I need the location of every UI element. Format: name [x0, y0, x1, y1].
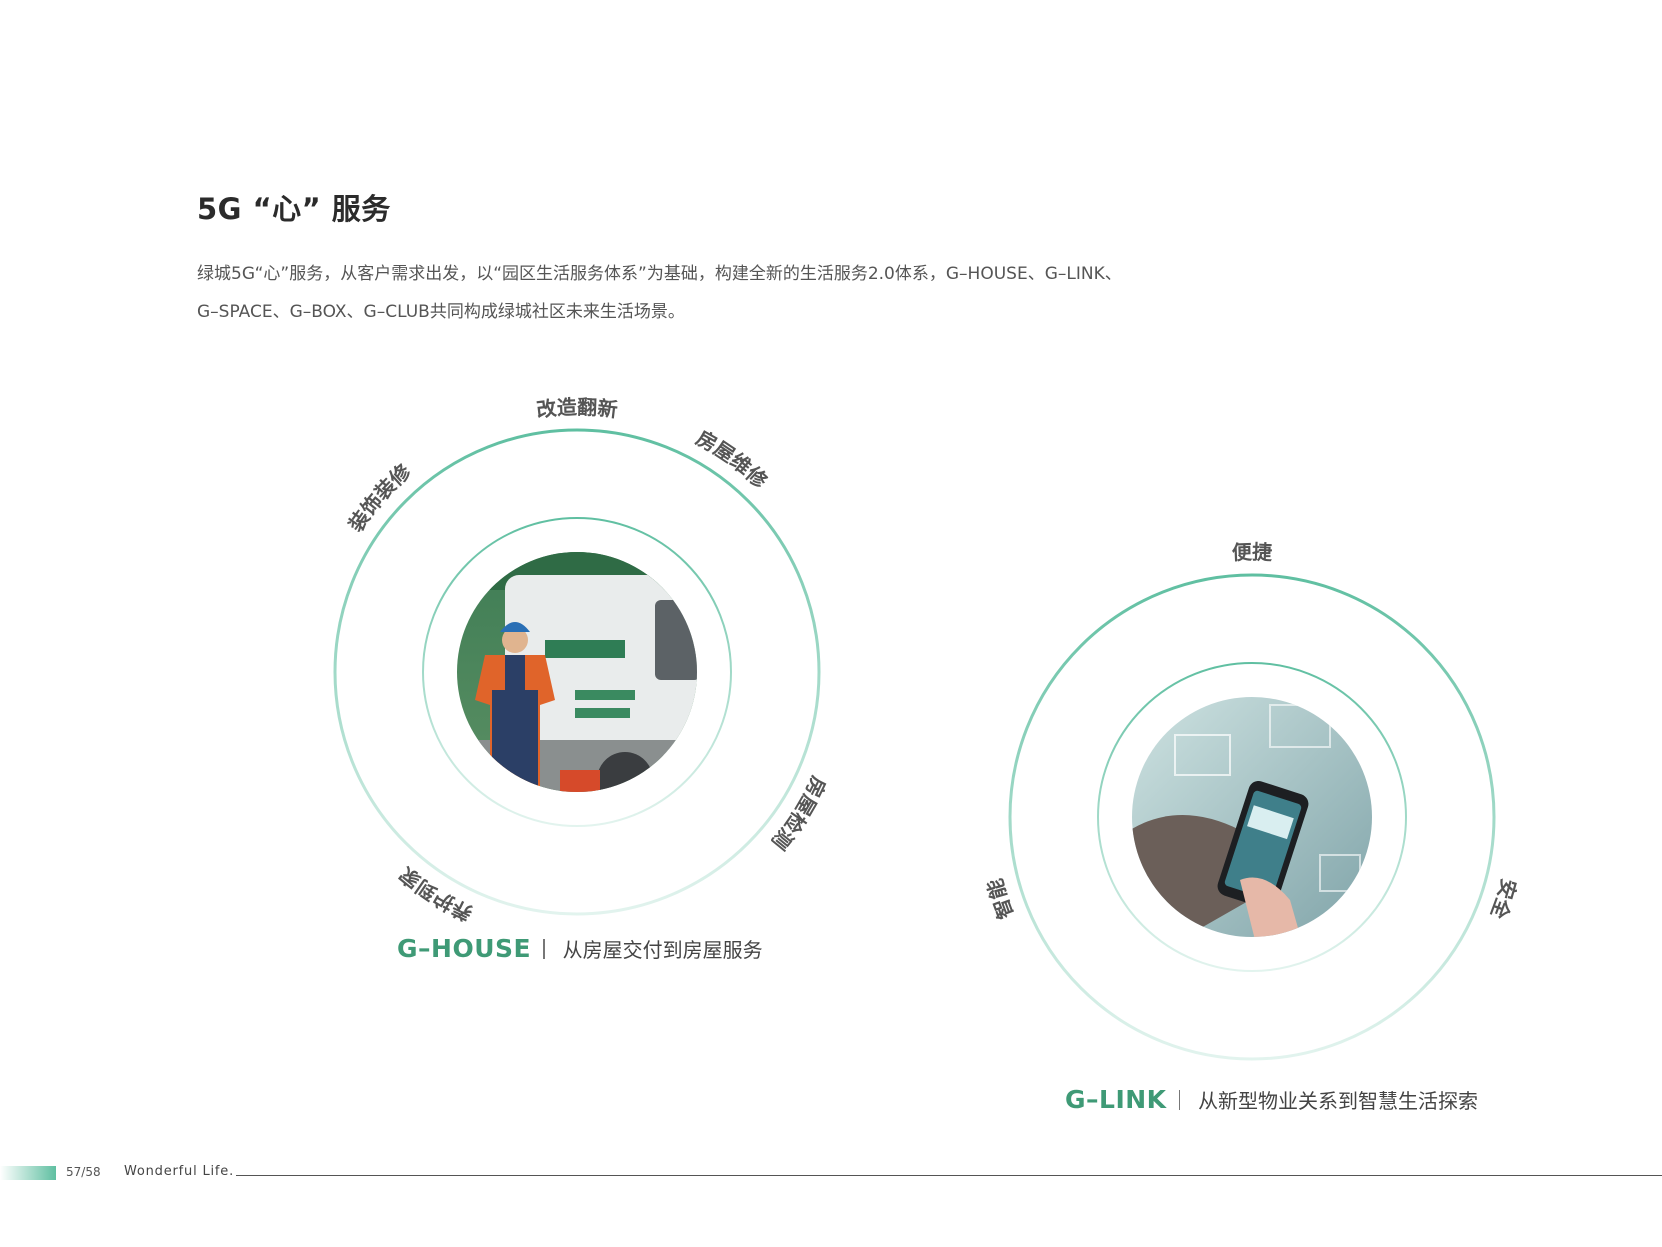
- link-label-convenient-text: 便捷: [1231, 540, 1273, 565]
- house-caption-divider: [543, 938, 545, 959]
- house-label-inspection: 房屋检测: [767, 773, 831, 855]
- service-rings-diagram: 改造翻新 房屋维修 房屋检测 养护到家 装饰装修 便捷 安全 智能: [333, 395, 1522, 1061]
- house-label-home-care-text: 养护到家: [394, 861, 477, 926]
- footer-divider: [236, 1175, 1662, 1176]
- house-label-renovation: 改造翻新: [535, 395, 619, 422]
- house-label-decoration: 装饰装修: [343, 459, 416, 537]
- link-label-convenient: 便捷: [1231, 540, 1273, 565]
- house-label-repair: 房屋维修: [692, 426, 773, 494]
- link-label-smart-text: 智能: [983, 876, 1018, 922]
- link-label-smart: 智能: [983, 876, 1018, 922]
- worker-van-photo: [457, 552, 697, 792]
- house-description: 从房屋交付到房屋服务: [562, 938, 763, 962]
- house-label-repair-text: 房屋维修: [692, 426, 773, 494]
- house-label-inspection-text: 房屋检测: [767, 773, 831, 855]
- link-label-safe-text: 安全: [1486, 876, 1522, 923]
- phone-in-hand-photo: [1132, 697, 1372, 937]
- house-label-home-care: 养护到家: [394, 861, 477, 926]
- house-label-renovation-text: 改造翻新: [535, 395, 619, 422]
- footer-accent-bar: [0, 1166, 56, 1180]
- link-caption: G–LINK 从新型物业关系到智慧生活探索: [1065, 1085, 1478, 1114]
- page-number: 57/58: [66, 1165, 101, 1179]
- link-label-safe: 安全: [1486, 876, 1522, 923]
- link-brand: G–LINK: [1065, 1085, 1167, 1114]
- house-brand: G–HOUSE: [397, 934, 532, 963]
- house-label-decoration-text: 装饰装修: [343, 459, 416, 537]
- link-description: 从新型物业关系到智慧生活探索: [1198, 1089, 1479, 1113]
- link-caption-divider: [1178, 1089, 1181, 1110]
- house-caption: G–HOUSE 从房屋交付到房屋服务: [397, 934, 763, 963]
- footer-tagline: Wonderful Life.: [124, 1164, 235, 1179]
